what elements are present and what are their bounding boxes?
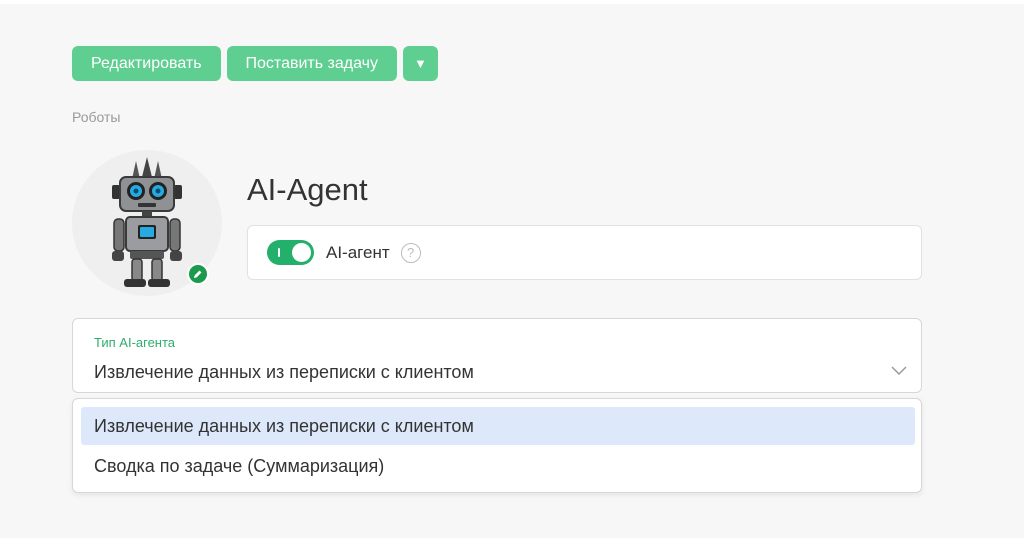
question-icon[interactable]: ?	[400, 242, 421, 263]
more-actions-button[interactable]: ▼	[402, 46, 438, 81]
ai-agent-toggle-label: AI-агент	[326, 242, 390, 262]
toggle-knob	[292, 243, 311, 262]
agent-name: AI-Agent	[247, 172, 368, 207]
pencil-icon	[194, 270, 202, 278]
ai-agent-toggle[interactable]	[267, 240, 314, 265]
page: Редактировать Поставить задачу ▼ Роботы	[0, 4, 1024, 538]
assign-task-button[interactable]: Поставить задачу	[226, 46, 397, 81]
robot-icon	[112, 157, 182, 287]
avatar[interactable]	[72, 150, 222, 296]
avatar-edit-badge[interactable]	[187, 263, 209, 285]
agent-type-label: Тип AI-агента	[94, 335, 176, 350]
dropdown-option-summarization[interactable]: Сводка по задаче (Суммаризация)	[81, 447, 915, 485]
chevron-down-icon	[891, 366, 907, 376]
toolbar: Редактировать Поставить задачу ▼	[72, 46, 438, 81]
toggle-on-mark	[278, 248, 280, 257]
caret-down-icon: ▼	[414, 56, 427, 71]
agent-type-dropdown: Извлечение данных из переписки с клиенто…	[72, 398, 922, 493]
edit-button[interactable]: Редактировать	[72, 46, 221, 81]
ai-agent-toggle-card: AI-агент ?	[247, 225, 922, 280]
breadcrumb[interactable]: Роботы	[72, 109, 120, 125]
agent-type-value: Извлечение данных из переписки с клиенто…	[94, 362, 474, 382]
dropdown-option-data-extraction[interactable]: Извлечение данных из переписки с клиенто…	[81, 407, 915, 445]
agent-type-select[interactable]: Тип AI-агента Извлечение данных из переп…	[72, 318, 922, 393]
